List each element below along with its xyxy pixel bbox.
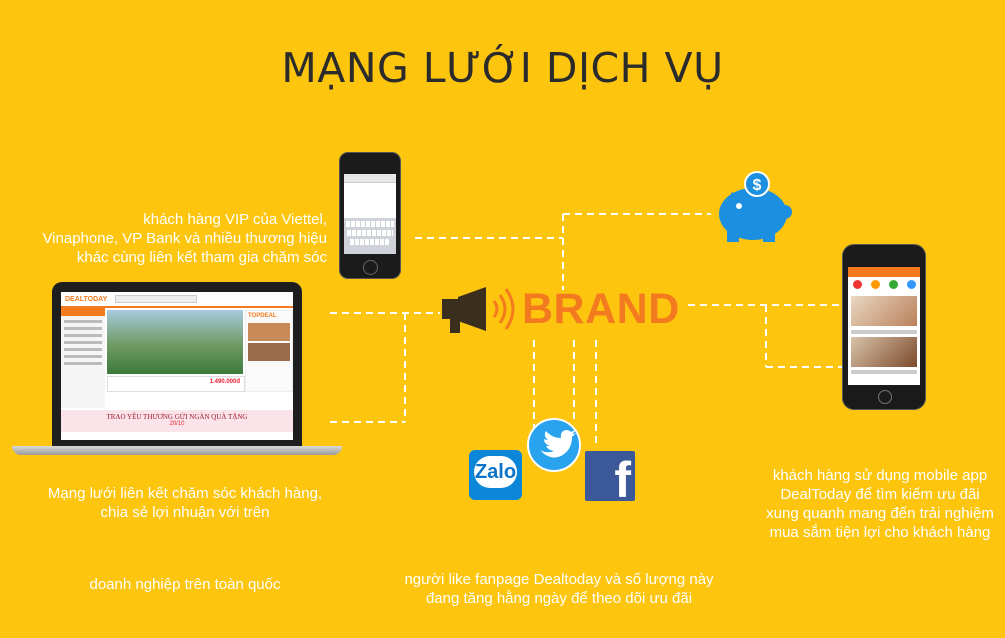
laptop-device: DEALTODAY 1.490.000đ TOPDEAL TRAO YÊU TH… [52, 282, 302, 446]
laptop-base [12, 446, 342, 455]
piggy-bank-icon: $ [719, 171, 792, 242]
caption-network: Mạng lưới liên kết chăm sóc khách hàng, … [47, 485, 323, 521]
caption-mobile-app: khách hàng sử dụng mobile app DealToday … [766, 467, 994, 541]
price-label: 1.490.000đ [209, 379, 240, 385]
caption-fanpage: người like fanpage Dealtoday và số lượng… [404, 571, 714, 607]
banner-image [107, 310, 243, 374]
twitter-icon [527, 418, 581, 472]
laptop-banner-text: TRAO YÊU THƯƠNG GỬI NGÀN QUÀ TẶNG [106, 413, 248, 421]
mobile-app-screen [848, 267, 920, 385]
twitter-bird-icon [540, 430, 576, 458]
zalo-icon: Zalo [469, 450, 522, 500]
iphone-screen [344, 174, 396, 254]
topdeal-label: TOPDEAL [248, 313, 277, 319]
caption-enterprise: doanh nghiệp trên toàn quốc [89, 576, 281, 593]
laptop-screen: DEALTODAY 1.490.000đ TOPDEAL TRAO YÊU TH… [61, 292, 293, 440]
svg-text:$: $ [753, 177, 762, 194]
brand-label: BRAND [522, 285, 680, 333]
caption-vip: khách hàng VIP của Viettel, Vinaphone, V… [42, 211, 327, 266]
dealtoday-logo: DEALTODAY [65, 295, 108, 303]
laptop-banner-date: 20/10 [169, 421, 185, 427]
mobile-phone-device [842, 244, 926, 410]
megaphone-icon [442, 287, 515, 333]
iphone-device [339, 152, 401, 279]
facebook-icon: f [585, 451, 635, 501]
